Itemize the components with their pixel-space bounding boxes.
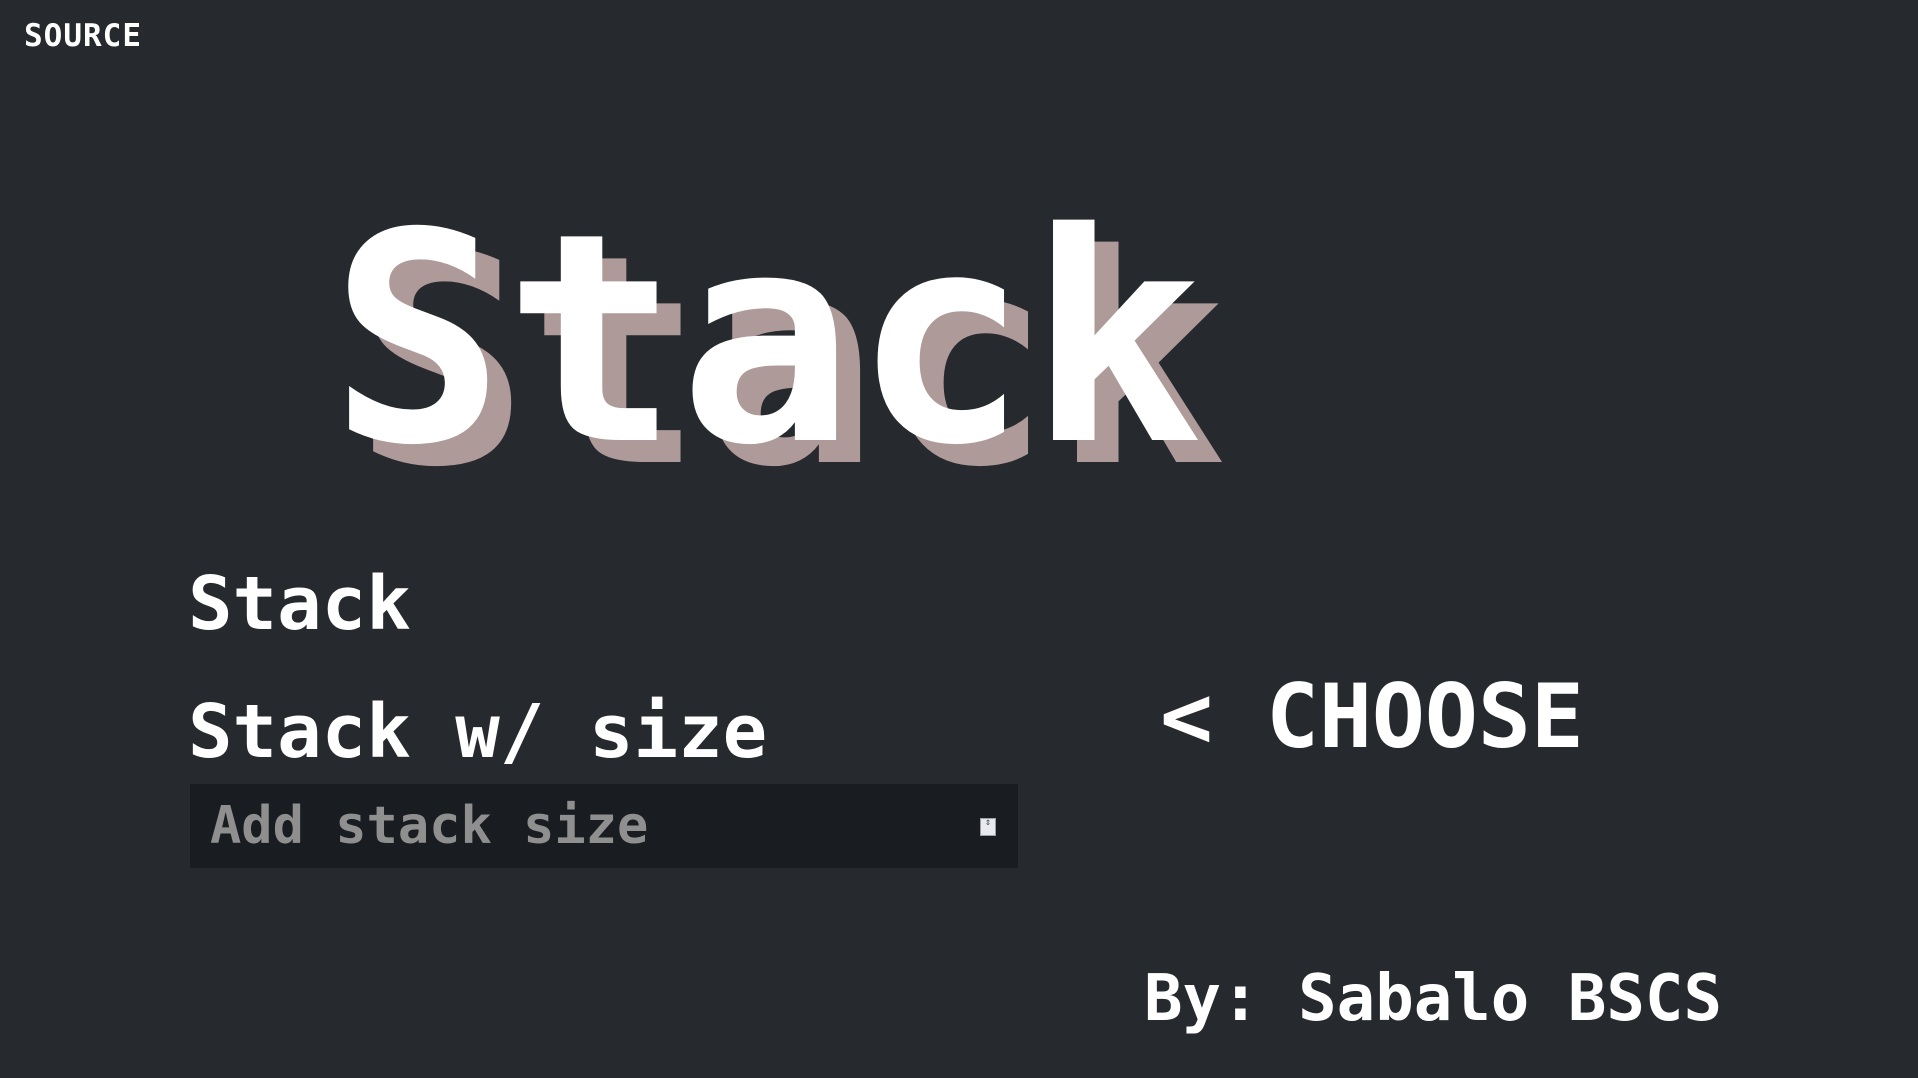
choose-hint: < CHOOSE	[1160, 665, 1584, 768]
source-link[interactable]: SOURCE	[24, 18, 142, 54]
stack-size-field: ⇕	[190, 784, 1018, 868]
option-stack[interactable]: Stack	[188, 564, 411, 644]
number-spinner-icon[interactable]: ⇕	[980, 818, 996, 836]
page-title: Stack	[330, 172, 1203, 509]
stack-size-input[interactable]	[190, 784, 1018, 868]
author-credit: By: Sabalo BSCS	[1144, 962, 1722, 1036]
option-stack-with-size[interactable]: Stack w/ size	[188, 692, 767, 772]
